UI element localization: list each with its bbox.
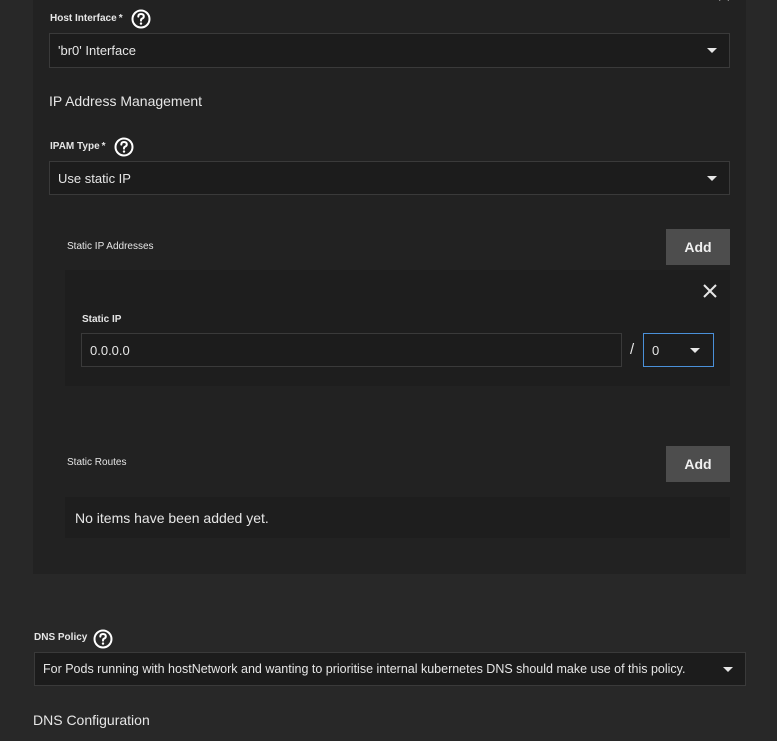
ipam-type-label-text: IPAM Type — [50, 141, 100, 152]
close-icon[interactable] — [701, 282, 719, 300]
help-circle-icon[interactable] — [114, 137, 134, 157]
dns-policy-label: DNS Policy — [34, 632, 88, 643]
cidr-prefix-select[interactable]: 0 — [643, 333, 714, 367]
static-routes-empty-card: No items have been added yet. — [65, 497, 730, 538]
add-static-ip-button[interactable]: Add — [666, 229, 730, 265]
help-circle-icon[interactable] — [131, 9, 151, 29]
dns-configuration-title: DNS Configuration — [33, 712, 150, 728]
static-routes-title: Static Routes — [67, 457, 127, 468]
dns-policy-value: For Pods running with hostNetwork and wa… — [43, 662, 686, 676]
close-icon[interactable] — [716, 0, 734, 6]
ipam-type-select[interactable]: Use static IP — [49, 161, 730, 195]
caret-down-icon — [707, 48, 717, 53]
caret-down-icon — [690, 348, 700, 353]
static-ip-input[interactable]: 0.0.0.0 — [81, 333, 622, 367]
ipam-type-value: Use static IP — [58, 170, 131, 186]
host-interface-value: 'br0' Interface — [58, 43, 136, 58]
host-interface-label: Host Interface * — [50, 13, 123, 24]
empty-state-text: No items have been added yet. — [75, 510, 269, 526]
ipam-type-label: IPAM Type * — [50, 141, 106, 152]
caret-down-icon — [723, 667, 733, 672]
ipam-section-title: IP Address Management — [49, 93, 203, 109]
help-circle-icon[interactable] — [93, 629, 113, 649]
cidr-separator: / — [630, 341, 635, 358]
dns-policy-select[interactable]: For Pods running with hostNetwork and wa… — [34, 652, 746, 686]
host-interface-label-text: Host Interface — [50, 13, 117, 24]
host-interface-select[interactable]: 'br0' Interface — [49, 33, 730, 68]
cidr-prefix-value: 0 — [652, 342, 660, 358]
add-static-route-button[interactable]: Add — [666, 446, 730, 482]
required-mark: * — [118, 13, 123, 24]
caret-down-icon — [707, 176, 717, 181]
static-ip-label: Static IP — [82, 314, 122, 325]
static-ip-item-card: Static IP 0.0.0.0 / 0 — [65, 270, 730, 386]
static-ip-addresses-title: Static IP Addresses — [67, 241, 154, 252]
required-mark: * — [101, 141, 106, 152]
static-ip-value: 0.0.0.0 — [90, 342, 130, 358]
